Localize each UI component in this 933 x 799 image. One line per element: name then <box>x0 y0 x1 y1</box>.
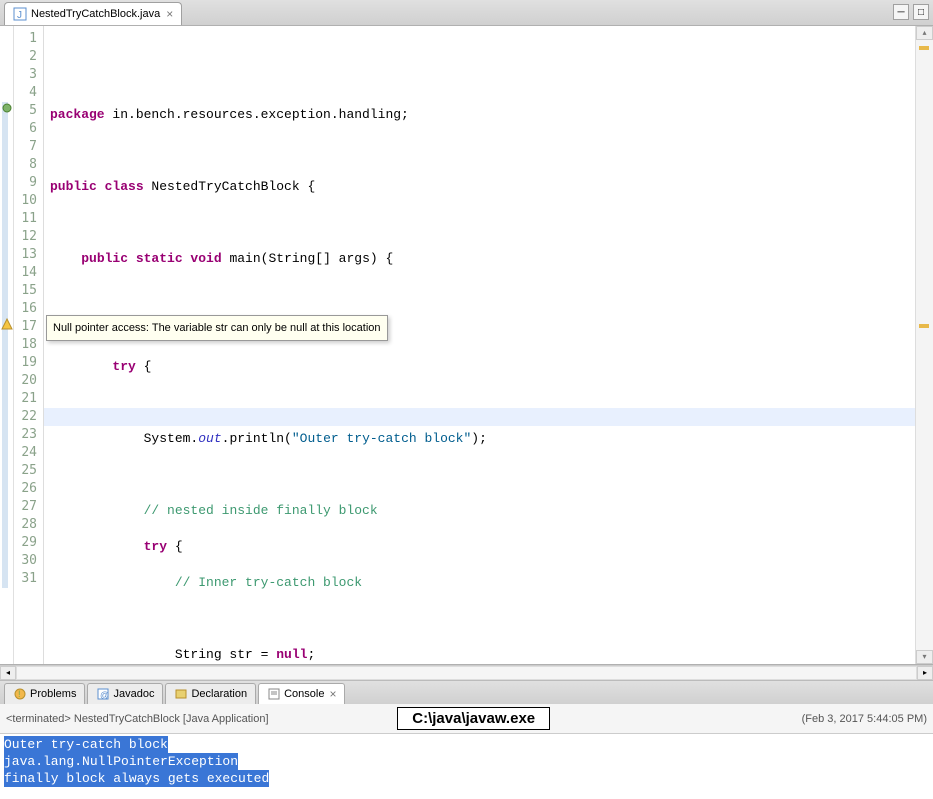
svg-text:@: @ <box>100 690 109 700</box>
svg-text:J: J <box>17 10 22 21</box>
tab-console[interactable]: Console × <box>258 683 345 704</box>
ruler-warning-mark[interactable] <box>919 324 929 328</box>
panel-tab-bar: ! Problems @ Javadoc Declaration Console… <box>0 680 933 704</box>
console-status: <terminated> NestedTryCatchBlock [Java A… <box>6 713 269 725</box>
console-output[interactable]: Outer try-catch blockjava.lang.NullPoint… <box>0 734 933 799</box>
scroll-down-icon[interactable]: ▾ <box>916 650 933 664</box>
code-area[interactable]: Null pointer access: The variable str ca… <box>44 26 915 664</box>
maximize-icon[interactable]: □ <box>913 4 929 20</box>
problems-icon: ! <box>13 687 27 701</box>
horizontal-scrollbar[interactable]: ◂ ▸ <box>0 665 933 680</box>
close-panel-icon[interactable]: × <box>329 687 336 701</box>
tab-javadoc[interactable]: @ Javadoc <box>87 683 163 704</box>
ruler-warning-mark[interactable] <box>919 46 929 50</box>
tab-label: Console <box>284 688 324 700</box>
tab-label: Declaration <box>191 688 247 700</box>
scroll-track[interactable] <box>16 666 917 680</box>
tab-problems[interactable]: ! Problems <box>4 683 85 704</box>
java-file-icon: J <box>13 7 27 21</box>
minimize-icon[interactable]: ─ <box>893 4 909 20</box>
console-toolbar: <terminated> NestedTryCatchBlock [Java A… <box>0 704 933 734</box>
gutter-annotations <box>0 26 14 664</box>
declaration-icon <box>174 687 188 701</box>
scroll-right-icon[interactable]: ▸ <box>917 666 933 680</box>
javadoc-icon: @ <box>96 687 110 701</box>
editor-tab-label: NestedTryCatchBlock.java <box>31 8 160 20</box>
overview-ruler[interactable]: ▴ ▾ <box>915 26 933 664</box>
method-marker-icon[interactable] <box>1 102 13 115</box>
editor-tab-bar: J NestedTryCatchBlock.java × ─ □ <box>0 0 933 26</box>
console-icon <box>267 687 281 701</box>
tab-label: Javadoc <box>113 688 154 700</box>
editor: 1234567891011121314151617181920212223242… <box>0 26 933 665</box>
scroll-up-icon[interactable]: ▴ <box>916 26 933 40</box>
console-executable: C:\java\javaw.exe <box>397 707 550 730</box>
svg-text:!: ! <box>18 689 21 699</box>
close-tab-icon[interactable]: × <box>166 7 173 21</box>
tab-bar-controls: ─ □ <box>893 4 929 20</box>
warning-marker-icon[interactable] <box>1 318 13 331</box>
console-timestamp: (Feb 3, 2017 5:44:05 PM) <box>802 713 927 725</box>
warning-tooltip: Null pointer access: The variable str ca… <box>46 315 388 341</box>
line-number-gutter: 1234567891011121314151617181920212223242… <box>14 26 44 664</box>
scroll-left-icon[interactable]: ◂ <box>0 666 16 680</box>
editor-tab-active[interactable]: J NestedTryCatchBlock.java × <box>4 2 182 25</box>
tab-declaration[interactable]: Declaration <box>165 683 256 704</box>
tab-label: Problems <box>30 688 76 700</box>
